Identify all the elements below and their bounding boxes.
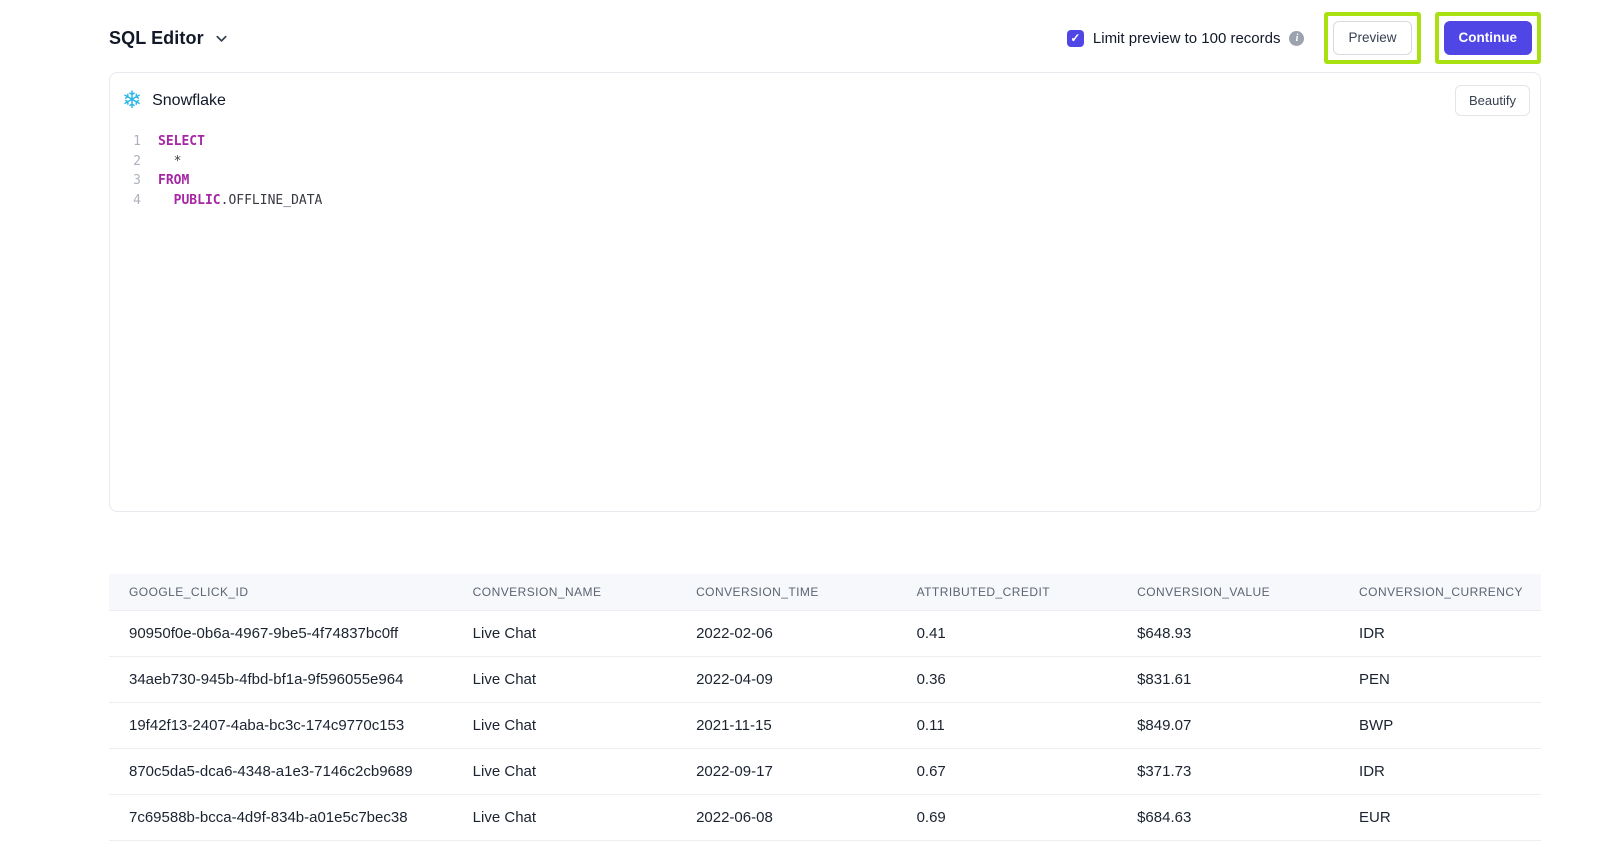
topbar: SQL Editor ✓ Limit preview to 100 record… [0, 0, 1602, 72]
beautify-button[interactable]: Beautify [1455, 85, 1530, 116]
chevron-down-icon [214, 31, 229, 46]
table-cell: Live Chat [453, 749, 676, 795]
table-cell: Live Chat [453, 611, 676, 657]
preview-button[interactable]: Preview [1333, 21, 1411, 55]
table-cell: $849.07 [1117, 703, 1339, 749]
table-cell: $371.73 [1117, 749, 1339, 795]
continue-button[interactable]: Continue [1444, 21, 1533, 55]
snowflake-icon: ❄ [122, 89, 142, 113]
column-header: CONVERSION_NAME [453, 574, 676, 611]
page-title: SQL Editor [109, 28, 204, 49]
code-text: SELECT [158, 132, 205, 152]
table-cell: 2021-11-15 [676, 703, 897, 749]
code-text: FROM [158, 171, 189, 191]
checkmark-icon: ✓ [1070, 32, 1080, 44]
limit-preview-checkbox[interactable]: ✓ [1067, 30, 1084, 47]
table-cell: $831.61 [1117, 657, 1339, 703]
table-cell: 90950f0e-0b6a-4967-9be5-4f74837bc0ff [109, 611, 453, 657]
table-cell: 7c69588b-bcca-4d9f-834b-a01e5c7bec38 [109, 795, 453, 841]
results-table-container: GOOGLE_CLICK_IDCONVERSION_NAMECONVERSION… [109, 574, 1541, 841]
annotation-box-continue: Continue [1435, 12, 1542, 64]
table-row: 34aeb730-945b-4fbd-bf1a-9f596055e964Live… [109, 657, 1541, 703]
sql-code-editor[interactable]: 1SELECT2 *3FROM4 PUBLIC.OFFLINE_DATA [110, 126, 1540, 210]
column-header: GOOGLE_CLICK_ID [109, 574, 453, 611]
table-cell: 0.36 [897, 657, 1118, 703]
table-cell: 870c5da5-dca6-4348-a1e3-7146c2cb9689 [109, 749, 453, 795]
table-row: 90950f0e-0b6a-4967-9be5-4f74837bc0ffLive… [109, 611, 1541, 657]
code-text: PUBLIC.OFFLINE_DATA [158, 191, 322, 211]
table-cell: $648.93 [1117, 611, 1339, 657]
page: SQL Editor ✓ Limit preview to 100 record… [0, 0, 1602, 867]
table-cell: 2022-02-06 [676, 611, 897, 657]
table-cell: BWP [1339, 703, 1541, 749]
line-number: 3 [123, 171, 141, 191]
table-cell: 2022-09-17 [676, 749, 897, 795]
table-cell: 2022-06-08 [676, 795, 897, 841]
code-line: 2 * [123, 152, 1540, 172]
table-cell: $684.63 [1117, 795, 1339, 841]
sql-editor-panel: ❄ Snowflake Beautify 1SELECT2 *3FROM4 PU… [109, 72, 1541, 512]
column-header: CONVERSION_CURRENCY [1339, 574, 1541, 611]
table-cell: IDR [1339, 611, 1541, 657]
limit-preview-group: ✓ Limit preview to 100 records i [1067, 30, 1305, 47]
info-icon[interactable]: i [1289, 31, 1304, 46]
code-line: 3 FROM [123, 171, 1540, 191]
annotation-box-preview: Preview [1324, 12, 1420, 64]
editor-header: ❄ Snowflake Beautify [110, 73, 1540, 126]
table-cell: 0.41 [897, 611, 1118, 657]
table-row: 7c69588b-bcca-4d9f-834b-a01e5c7bec38Live… [109, 795, 1541, 841]
column-header: CONVERSION_VALUE [1117, 574, 1339, 611]
table-row: 19f42f13-2407-4aba-bc3c-174c9770c153Live… [109, 703, 1541, 749]
line-number: 4 [123, 191, 141, 211]
table-row: 870c5da5-dca6-4348-a1e3-7146c2cb9689Live… [109, 749, 1541, 795]
table-cell: Live Chat [453, 795, 676, 841]
table-cell: 0.67 [897, 749, 1118, 795]
code-line: 4 PUBLIC.OFFLINE_DATA [123, 191, 1540, 211]
table-cell: Live Chat [453, 657, 676, 703]
code-line: 1 SELECT [123, 132, 1540, 152]
line-number: 1 [123, 132, 141, 152]
connector-label: ❄ Snowflake [122, 89, 226, 113]
table-cell: 34aeb730-945b-4fbd-bf1a-9f596055e964 [109, 657, 453, 703]
sql-editor-title-dropdown[interactable]: SQL Editor [109, 28, 229, 49]
code-text: * [158, 152, 181, 172]
connector-name: Snowflake [152, 92, 226, 110]
table-cell: 2022-04-09 [676, 657, 897, 703]
column-header: CONVERSION_TIME [676, 574, 897, 611]
line-number: 2 [123, 152, 141, 172]
limit-preview-label: Limit preview to 100 records [1093, 30, 1281, 47]
table-cell: 0.11 [897, 703, 1118, 749]
topbar-actions: ✓ Limit preview to 100 records i Preview… [1067, 12, 1541, 64]
column-header: ATTRIBUTED_CREDIT [897, 574, 1118, 611]
table-cell: PEN [1339, 657, 1541, 703]
table-cell: IDR [1339, 749, 1541, 795]
table-header-row: GOOGLE_CLICK_IDCONVERSION_NAMECONVERSION… [109, 574, 1541, 611]
results-table: GOOGLE_CLICK_IDCONVERSION_NAMECONVERSION… [109, 574, 1541, 841]
table-cell: EUR [1339, 795, 1541, 841]
table-cell: Live Chat [453, 703, 676, 749]
table-cell: 0.69 [897, 795, 1118, 841]
table-cell: 19f42f13-2407-4aba-bc3c-174c9770c153 [109, 703, 453, 749]
